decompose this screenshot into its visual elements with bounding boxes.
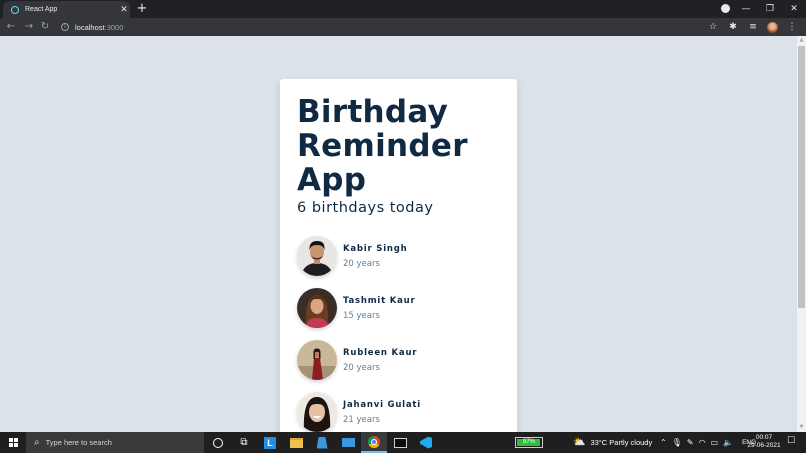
- forward-arrow-icon[interactable]: →: [22, 19, 36, 35]
- cortana-circle-icon: [213, 437, 223, 448]
- taskbar-clock[interactable]: 00:07 29-06-2021: [745, 434, 783, 450]
- pen-icon[interactable]: ✎: [687, 438, 694, 447]
- man-portrait-photo: [297, 236, 337, 276]
- wifi-icon[interactable]: ◠: [699, 438, 706, 447]
- new-tab-button[interactable]: +: [136, 1, 148, 17]
- person-name: Kabir Singh: [343, 243, 408, 254]
- show-hidden-icons-chevron-icon[interactable]: ⌃: [660, 438, 667, 447]
- list-item: Kabir Singh 20 years: [297, 230, 500, 282]
- person-age: 20 years: [343, 362, 380, 373]
- taskbar-mail[interactable]: [335, 432, 361, 453]
- window-controls: — ❐ ✕: [734, 0, 806, 18]
- minimize-button[interactable]: —: [734, 0, 758, 18]
- taskbar-vscode[interactable]: [413, 432, 439, 453]
- search-placeholder: Type here to search: [45, 438, 112, 447]
- person-info: Kabir Singh 20 years: [343, 244, 408, 269]
- woman-portrait-photo: [297, 288, 337, 328]
- taskbar-chrome[interactable]: [361, 432, 387, 453]
- taskbar-store[interactable]: [309, 432, 335, 453]
- battery-percent: 97%: [522, 439, 535, 445]
- taskbar-app-l[interactable]: L: [257, 432, 283, 453]
- address-bar[interactable]: i localhost :3000: [55, 20, 735, 34]
- tab-title: React App: [25, 6, 58, 13]
- url-port: :3000: [104, 22, 124, 32]
- weather-widget[interactable]: ⛅ 33°C Partly cloudy: [573, 432, 652, 453]
- profile-avatar[interactable]: [767, 21, 778, 33]
- avatar: [297, 236, 337, 276]
- list-item: Tashmit Kaur 15 years: [297, 282, 500, 334]
- react-favicon-icon: [11, 5, 19, 14]
- restore-button[interactable]: ❐: [758, 0, 782, 18]
- task-view-button[interactable]: ⧉: [231, 432, 257, 453]
- notifications-icon[interactable]: ☐: [787, 436, 795, 446]
- task-view-icon: ⧉: [240, 437, 248, 448]
- close-window-button[interactable]: ✕: [782, 0, 806, 18]
- list-item: Rubleen Kaur 20 years: [297, 334, 500, 386]
- list-item: Jahanvi Gulati 21 years: [297, 386, 500, 438]
- tab-close-icon[interactable]: ✕: [118, 5, 130, 15]
- person-info: Rubleen Kaur 20 years: [343, 348, 417, 373]
- scroll-up-arrow-icon[interactable]: ▲: [797, 36, 806, 45]
- tab-search-icon[interactable]: [721, 4, 730, 13]
- scroll-down-arrow-icon[interactable]: ▼: [797, 423, 806, 432]
- avatar: [297, 288, 337, 328]
- site-info-icon[interactable]: i: [61, 23, 69, 31]
- battery-indicator[interactable]: 97%: [515, 437, 543, 448]
- page-scrollbar[interactable]: ▲ ▼: [797, 36, 806, 432]
- weather-text: 33°C Partly cloudy: [590, 438, 653, 447]
- store-bag-icon: [316, 436, 328, 449]
- person-age: 15 years: [343, 310, 380, 321]
- mail-icon: [341, 438, 355, 447]
- windows-taskbar: ⌕ Type here to search ⧉ L 97% ⛅ 33°C Par…: [0, 432, 806, 453]
- start-button[interactable]: [0, 432, 26, 453]
- l-app-icon: L: [264, 436, 276, 449]
- reload-icon[interactable]: ↻: [38, 19, 52, 35]
- battery-tray-icon[interactable]: ▭: [711, 438, 719, 447]
- bookmark-star-icon[interactable]: ☆: [707, 20, 719, 34]
- clock-time: 00:07: [755, 434, 773, 441]
- more-menu-icon[interactable]: ⋮: [786, 20, 798, 34]
- taskbar-terminal[interactable]: [387, 432, 413, 453]
- birthdays-count: 6 birthdays today: [297, 200, 434, 216]
- birthday-card: Birthday Reminder App 6 birthdays today …: [280, 79, 517, 439]
- person-name: Jahanvi Gulati: [343, 399, 422, 410]
- people-list: Kabir Singh 20 years Tashmit Kaur 15 yea…: [297, 230, 500, 438]
- windows-logo-icon: [9, 438, 18, 447]
- url-host: localhost: [75, 22, 105, 32]
- woman-smiling-photo: [297, 392, 337, 432]
- person-info: Tashmit Kaur 15 years: [343, 296, 416, 321]
- browser-tab-strip: React App ✕ + — ❐ ✕: [0, 0, 806, 18]
- volume-icon[interactable]: 🔈: [723, 438, 733, 447]
- folder-icon: [289, 437, 303, 448]
- system-tray: ⌃ 🎙 ✎ ◠ ▭ 🔈 ENG: [660, 432, 756, 453]
- browser-toolbar: ← → ↻ i localhost :3000 ☆ ✱ ≡ ⋮: [0, 18, 806, 36]
- search-icon: ⌕: [34, 437, 40, 448]
- toolbar-actions: ☆ ✱ ≡ ⋮: [707, 19, 798, 35]
- extensions-puzzle-icon[interactable]: ✱: [727, 20, 739, 34]
- partly-cloudy-icon: ⛅: [573, 437, 586, 448]
- woman-red-dress-photo: [297, 340, 337, 380]
- taskbar-search-box[interactable]: ⌕ Type here to search: [26, 432, 204, 453]
- person-info: Jahanvi Gulati 21 years: [343, 400, 421, 425]
- person-name: Rubleen Kaur: [343, 347, 418, 358]
- scroll-thumb[interactable]: [798, 46, 805, 308]
- back-arrow-icon[interactable]: ←: [4, 19, 18, 35]
- clock-date: 29-06-2021: [747, 442, 781, 449]
- cortana-button[interactable]: [205, 432, 231, 453]
- microphone-icon[interactable]: 🎙: [672, 438, 682, 447]
- person-age: 20 years: [343, 258, 380, 269]
- browser-tab[interactable]: React App ✕: [3, 1, 130, 18]
- reading-list-icon[interactable]: ≡: [747, 20, 759, 34]
- person-name: Tashmit Kaur: [343, 295, 416, 306]
- vscode-icon: [420, 436, 432, 449]
- chrome-icon: [368, 435, 380, 448]
- avatar: [297, 392, 337, 432]
- page-title: Birthday Reminder App: [297, 94, 468, 198]
- terminal-icon: [393, 437, 407, 448]
- taskbar-file-explorer[interactable]: [283, 432, 309, 453]
- person-age: 21 years: [343, 414, 380, 425]
- avatar: [297, 340, 337, 380]
